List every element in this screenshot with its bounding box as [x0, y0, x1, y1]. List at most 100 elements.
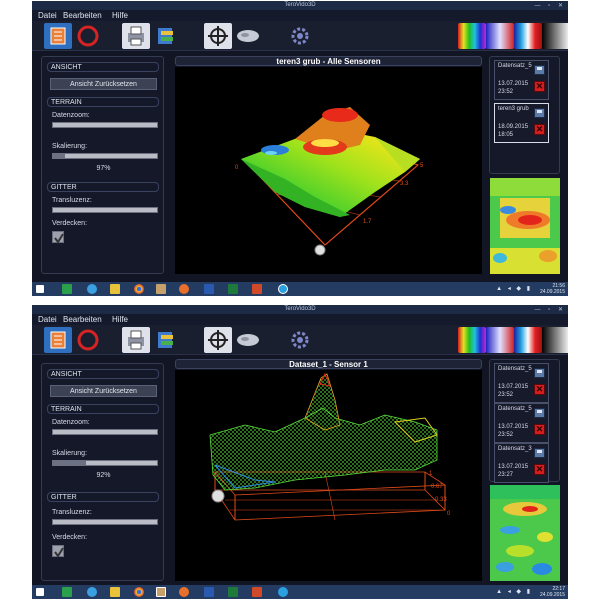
svg-text:3.3: 3.3 [400, 181, 409, 187]
delete-icon[interactable]: ✕ [534, 464, 545, 475]
powerpoint-icon[interactable] [252, 587, 262, 597]
delete-icon[interactable]: ✕ [534, 124, 545, 135]
dataset-card[interactable]: Datensatz_5 13.07.2015 23:52 ✕ [494, 363, 549, 403]
tray-icons[interactable]: ▲ ◂ ◆ ▮ [496, 588, 532, 595]
reset-view-button[interactable]: Ansicht Zurücksetzen [50, 385, 157, 397]
dataset-card[interactable]: Datensatz_3 13.07.2015 23:27 ✕ [494, 443, 549, 483]
palette-grayscale[interactable] [542, 327, 568, 353]
palette-rainbow[interactable] [458, 327, 486, 353]
verdecken-label: Verdecken: [52, 220, 88, 227]
skalierung-slider[interactable] [52, 460, 158, 466]
explorer-icon[interactable] [110, 284, 120, 294]
crosshair-icon[interactable] [204, 327, 232, 353]
save-icon[interactable] [534, 408, 545, 418]
section-ansicht: ANSICHT [47, 369, 159, 379]
windows-start-icon[interactable] [36, 285, 44, 293]
svg-text:0: 0 [235, 165, 239, 171]
menu-hilfe[interactable]: Hilfe [112, 11, 128, 20]
svg-text:0: 0 [447, 511, 451, 517]
record-icon[interactable] [74, 23, 102, 49]
ie-icon[interactable] [87, 284, 97, 294]
export-icon[interactable] [152, 23, 180, 49]
firefox-icon[interactable] [179, 587, 189, 597]
screenshot-bottom: TeroVido3D — ▫ ✕ Datei Bearbeiten Hilfe [32, 305, 568, 599]
layers-icon[interactable] [44, 327, 72, 353]
heatmap-preview[interactable] [490, 178, 560, 274]
store-icon[interactable] [62, 587, 72, 597]
window-controls[interactable]: — ▫ ✕ [535, 306, 567, 313]
verdecken-checkbox[interactable] [52, 231, 64, 244]
firefox-icon[interactable] [179, 284, 189, 294]
map-icon[interactable] [234, 23, 262, 49]
clock[interactable]: 21:56 24.09.2015 [540, 283, 565, 295]
title-bar: TeroVido3D — ▫ ✕ [32, 305, 568, 314]
record-icon[interactable] [74, 327, 102, 353]
menu-hilfe[interactable]: Hilfe [112, 315, 128, 324]
section-terrain: TERRAIN [47, 97, 159, 107]
transluzenz-slider[interactable] [52, 207, 158, 213]
dataset-card[interactable]: Datensatz_5 13.07.2015 23:52 ✕ [494, 60, 549, 100]
palette-spectrum[interactable] [486, 23, 514, 49]
settings-panel: ANSICHT Ansicht Zurücksetzen TERRAIN Dat… [41, 56, 164, 274]
save-icon[interactable] [534, 448, 545, 458]
title-bar: TeroVido3D — ▫ ✕ [32, 1, 568, 10]
window-controls[interactable]: — ▫ ✕ [535, 2, 567, 9]
export-icon[interactable] [152, 327, 180, 353]
windows-start-icon[interactable] [36, 588, 44, 596]
app-icon[interactable] [156, 284, 166, 294]
chrome-icon[interactable] [134, 587, 144, 597]
palette-rainbow[interactable] [458, 23, 486, 49]
dataset-card-selected[interactable]: teren3 grub 18.09.2015 18:05 ✕ [494, 103, 549, 143]
save-icon[interactable] [534, 65, 545, 75]
menu-datei[interactable]: Datei [38, 315, 57, 324]
ie-icon[interactable] [87, 587, 97, 597]
heatmap-preview[interactable] [490, 485, 560, 581]
skype-icon[interactable] [278, 587, 288, 597]
transluzenz-slider[interactable] [52, 519, 158, 525]
settings-panel: ANSICHT Ansicht Zurücksetzen TERRAIN Dat… [41, 363, 164, 581]
menu-bearbeiten[interactable]: Bearbeiten [63, 315, 102, 324]
datenzoom-slider[interactable] [52, 429, 158, 435]
skype-icon[interactable] [278, 284, 288, 294]
delete-icon[interactable]: ✕ [534, 424, 545, 435]
verdecken-checkbox[interactable] [52, 545, 64, 558]
word-icon[interactable] [204, 284, 214, 294]
print-icon[interactable] [122, 23, 150, 49]
explorer-icon[interactable] [110, 587, 120, 597]
powerpoint-icon[interactable] [252, 284, 262, 294]
clock[interactable]: 22:17 24.09.2015 [540, 586, 565, 598]
datenzoom-label: Datenzoom: [52, 419, 90, 426]
3d-viewport[interactable]: 0 5 3.3 1.7 [175, 67, 482, 274]
3d-viewport[interactable]: 1 0.67 0.33 0 [175, 370, 482, 581]
palette-thermal[interactable] [514, 327, 542, 353]
map-icon[interactable] [234, 327, 262, 353]
palette-grayscale[interactable] [542, 23, 568, 49]
delete-icon[interactable]: ✕ [534, 81, 545, 92]
excel-icon[interactable] [228, 284, 238, 294]
tray-icons[interactable]: ▲ ◂ ◆ ▮ [496, 285, 532, 292]
crosshair-icon[interactable] [204, 23, 232, 49]
chrome-icon[interactable] [134, 284, 144, 294]
palette-thermal[interactable] [514, 23, 542, 49]
palette-spectrum[interactable] [486, 327, 514, 353]
gear-icon[interactable] [286, 23, 314, 49]
print-icon[interactable] [122, 327, 150, 353]
word-icon[interactable] [204, 587, 214, 597]
layers-icon[interactable] [44, 23, 72, 49]
save-icon[interactable] [534, 108, 545, 118]
skalierung-label: Skalierung: [52, 450, 88, 457]
section-ansicht: ANSICHT [47, 62, 159, 72]
delete-icon[interactable]: ✕ [534, 384, 545, 395]
app-icon[interactable] [156, 587, 166, 597]
excel-icon[interactable] [228, 587, 238, 597]
dataset-card[interactable]: Datensatz_5 13.07.2015 23:52 ✕ [494, 403, 549, 443]
skalierung-slider[interactable] [52, 153, 158, 159]
menu-datei[interactable]: Datei [38, 11, 57, 20]
datenzoom-slider[interactable] [52, 122, 158, 128]
section-terrain: TERRAIN [47, 404, 159, 414]
store-icon[interactable] [62, 284, 72, 294]
reset-view-button[interactable]: Ansicht Zurücksetzen [50, 78, 157, 90]
save-icon[interactable] [534, 368, 545, 378]
gear-icon[interactable] [286, 327, 314, 353]
menu-bearbeiten[interactable]: Bearbeiten [63, 11, 102, 20]
